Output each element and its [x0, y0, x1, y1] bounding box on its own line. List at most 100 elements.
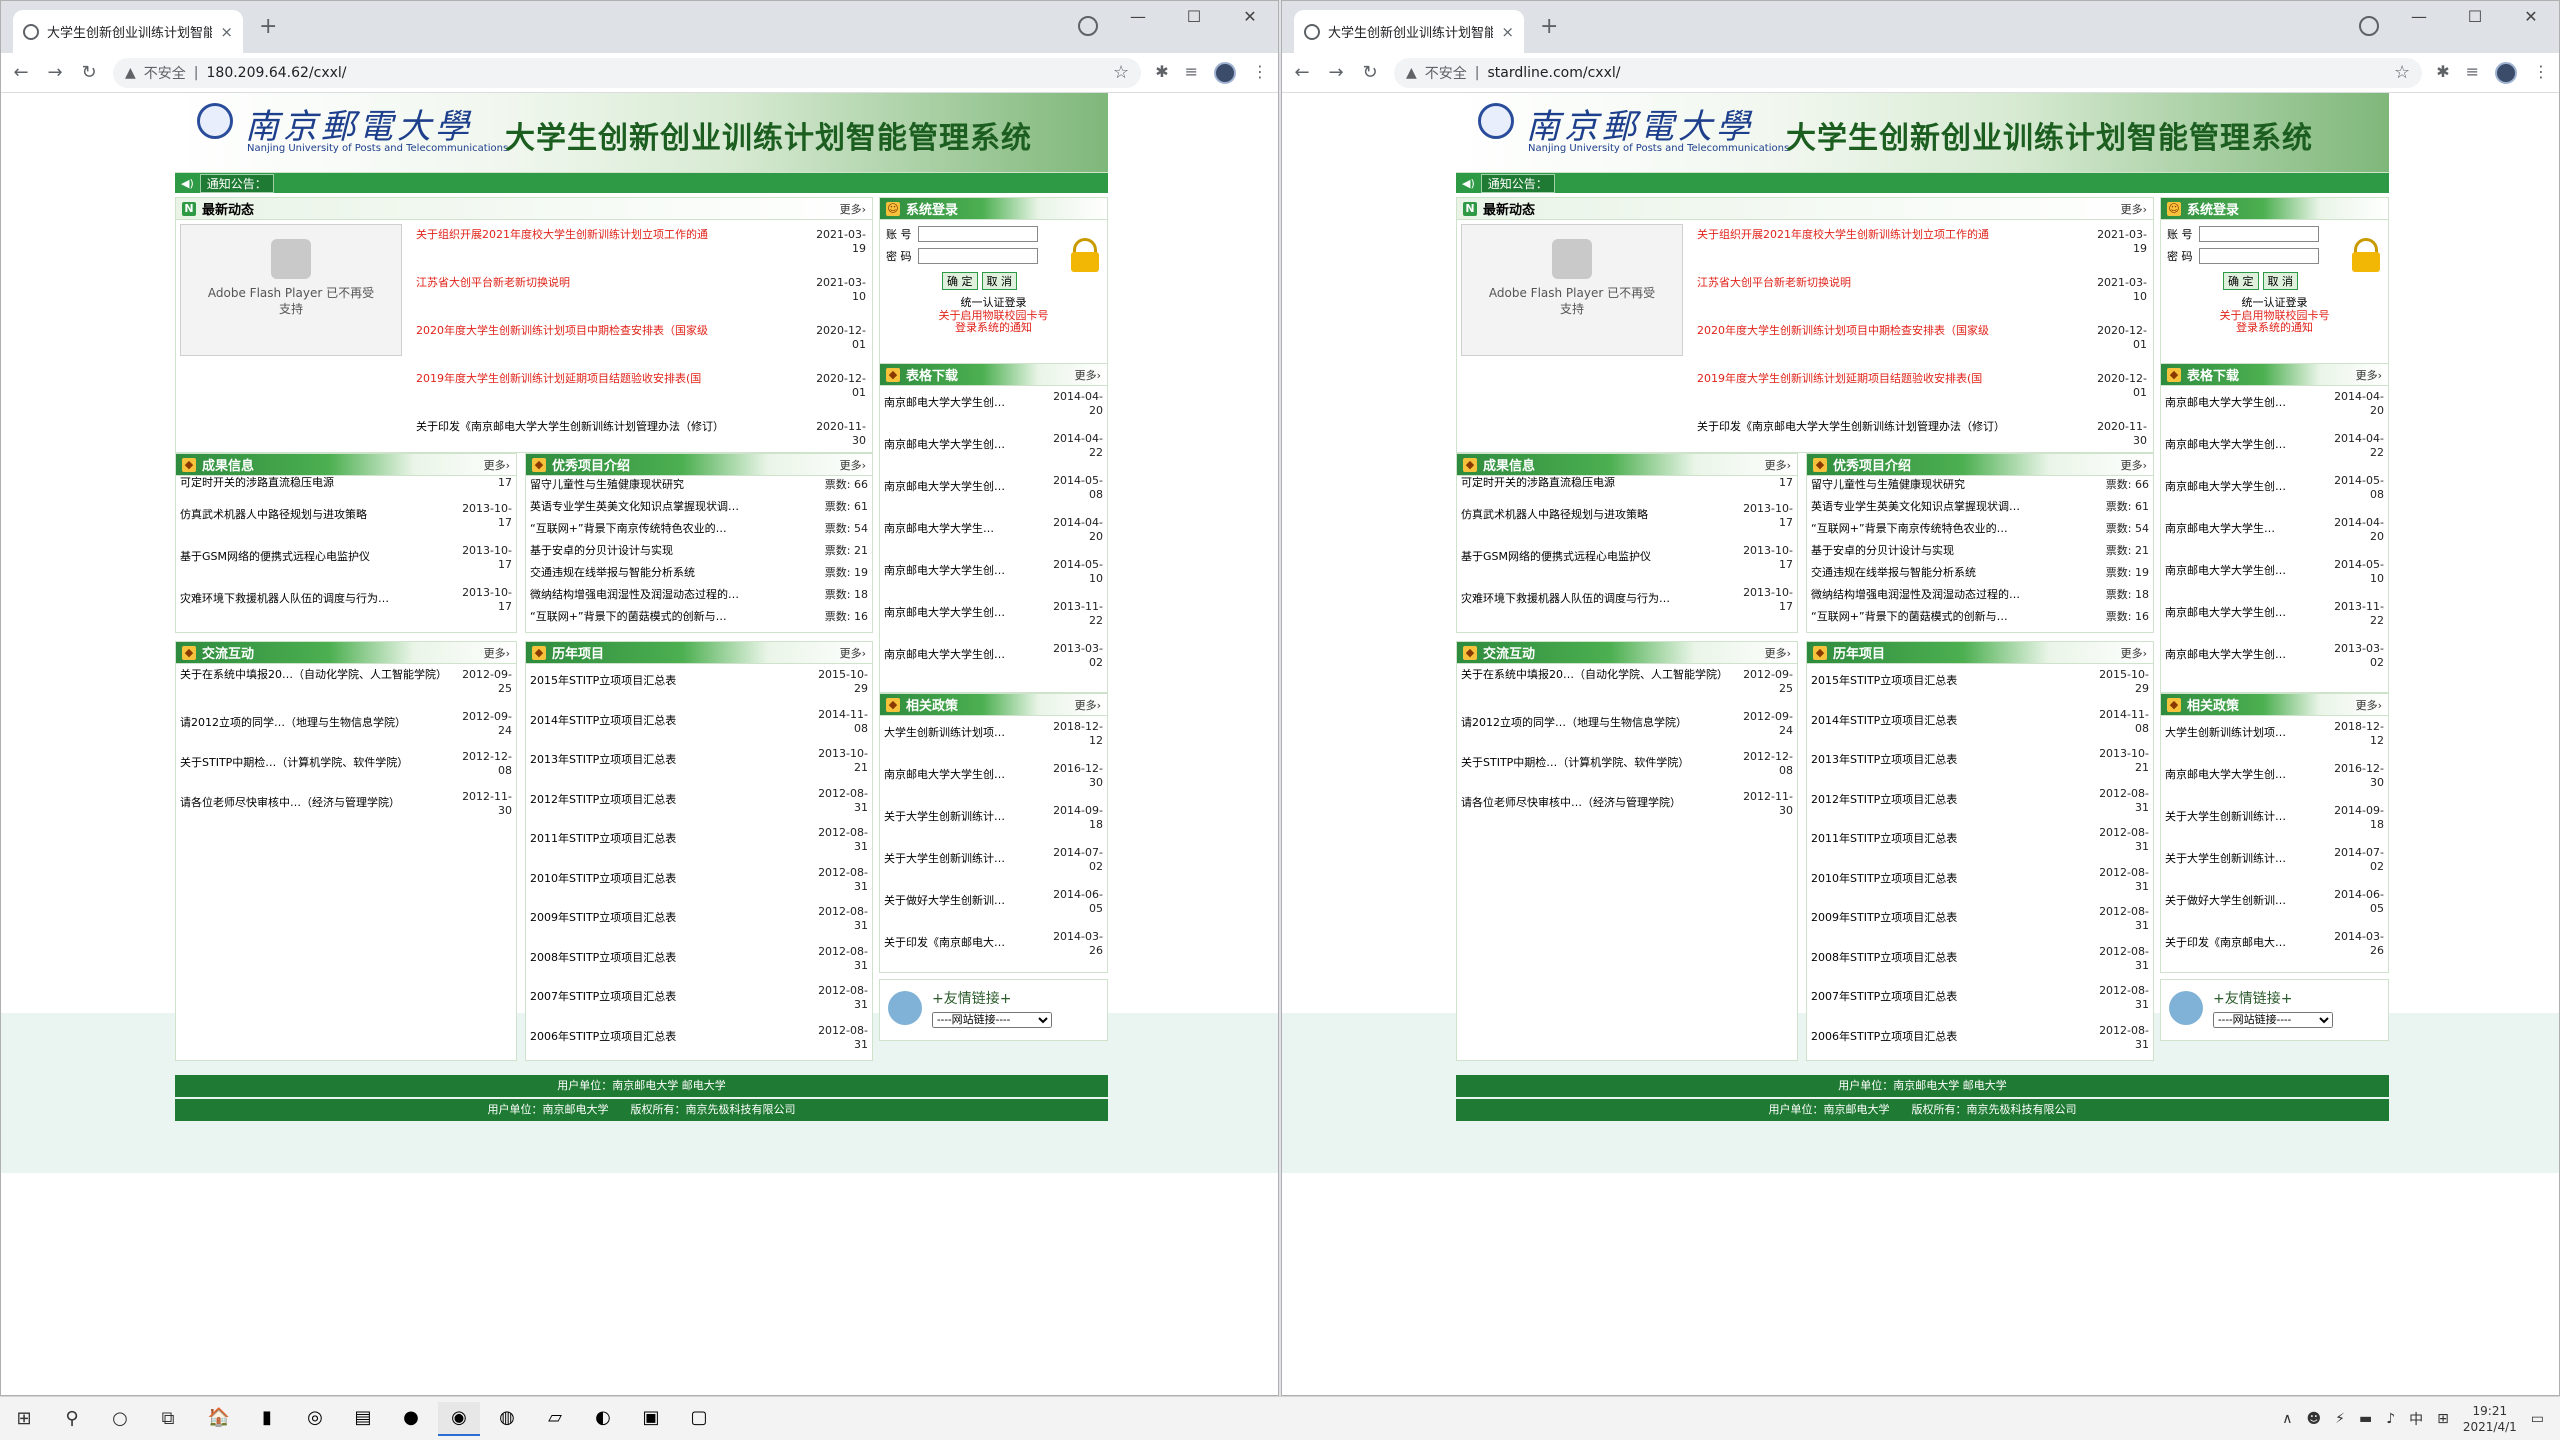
- input-method-icon[interactable]: 中: [2409, 1409, 2423, 1429]
- list-item[interactable]: 基于安卓的分贝计设计与实现 票数: 21: [530, 544, 868, 566]
- back-icon[interactable]: ←: [1292, 62, 1312, 83]
- list-item[interactable]: 南京邮电大学大学生创… 2014-05- 08: [884, 472, 1103, 514]
- list-item[interactable]: 关于印发《南京邮电大… 2014-03- 26: [884, 928, 1103, 970]
- list-item[interactable]: 2009年STITP立项项目汇总表 2012-08- 31: [530, 903, 868, 943]
- list-item[interactable]: 2007年STITP立项项目汇总表 2012-08- 31: [530, 982, 868, 1022]
- clock[interactable]: 19:21 2021/4/1: [2463, 1403, 2517, 1435]
- list-item[interactable]: 南京邮电大学大学生创… 2014-04- 20: [884, 388, 1103, 430]
- list-item[interactable]: 可定时开关的涉路直流稳压电源 17: [180, 476, 512, 498]
- address-bar[interactable]: ▲ 不安全 | stardline.com/cxxl/ ☆: [1394, 57, 2423, 88]
- app-icon[interactable]: ▣: [630, 1402, 672, 1436]
- list-item[interactable]: 2014年STITP立项项目汇总表 2014-11- 08: [1811, 706, 2149, 746]
- extensions-icon[interactable]: ✱: [1155, 62, 1168, 84]
- list-item[interactable]: 江苏省大创平台新老新切换说明 2021-03- 10: [1697, 270, 2147, 318]
- list-item[interactable]: 关于STITP中期检…（计算机学院、软件学院） 2012-12- 08: [180, 748, 512, 788]
- list-item[interactable]: 微纳结构增强电润湿性及润湿动态过程的… 票数: 18: [1811, 588, 2149, 610]
- account-input[interactable]: [2198, 226, 2319, 242]
- netease-music-icon[interactable]: ◍: [486, 1402, 528, 1436]
- address-bar[interactable]: ▲ 不安全 | 180.209.64.62/cxxl/ ☆: [113, 57, 1142, 88]
- notice-label[interactable]: 通知公告：: [199, 173, 274, 193]
- list-item[interactable]: 英语专业学生英美文化知识点掌握现状调… 票数: 61: [1811, 500, 2149, 522]
- notice-label[interactable]: 通知公告：: [1480, 173, 1555, 193]
- list-item[interactable]: 交通违规在线举报与智能分析系统 票数: 19: [1811, 566, 2149, 588]
- app-icon[interactable]: ●: [390, 1402, 432, 1436]
- back-icon[interactable]: ←: [11, 62, 31, 83]
- tab-close-icon[interactable]: ×: [1501, 23, 1514, 41]
- list-item[interactable]: 关于做好大学生创新训… 2014-06- 05: [2165, 886, 2384, 928]
- forms-more-link[interactable]: 更多›: [1075, 367, 1101, 383]
- list-item[interactable]: 南京邮电大学大学生… 2014-04- 20: [884, 514, 1103, 556]
- login-ok-button[interactable]: 确 定: [2223, 272, 2259, 290]
- list-item[interactable]: 2020年度大学生创新训练计划项目中期检查安排表（国家级 2020-12- 01: [416, 318, 866, 366]
- list-item[interactable]: 南京邮电大学大学生创… 2014-04- 22: [884, 430, 1103, 472]
- results-more-link[interactable]: 更多›: [1765, 457, 1791, 473]
- new-tab-button[interactable]: +: [259, 14, 277, 39]
- list-item[interactable]: 2009年STITP立项项目汇总表 2012-08- 31: [1811, 903, 2149, 943]
- list-item[interactable]: 南京邮电大学大学生创… 2014-05- 10: [884, 556, 1103, 598]
- chrome-icon[interactable]: ◉: [438, 1401, 480, 1436]
- reading-list-icon[interactable]: ≡: [2466, 62, 2479, 84]
- list-item[interactable]: 关于印发《南京邮电大… 2014-03- 26: [2165, 928, 2384, 970]
- projects-more-link[interactable]: 更多›: [2121, 457, 2147, 473]
- list-item[interactable]: 南京邮电大学大学生创… 2013-11- 22: [2165, 598, 2384, 640]
- volume-icon[interactable]: ♪: [2386, 1411, 2395, 1427]
- app-icon[interactable]: ◐: [582, 1402, 624, 1436]
- list-item[interactable]: 关于大学生创新训练计… 2014-09- 18: [2165, 802, 2384, 844]
- network-icon[interactable]: ▬: [2359, 1411, 2372, 1427]
- list-item[interactable]: 2007年STITP立项项目汇总表 2012-08- 31: [1811, 982, 2149, 1022]
- list-item[interactable]: 南京邮电大学大学生创… 2013-11- 22: [884, 598, 1103, 640]
- list-item[interactable]: “互联网+”背景下的菌菇模式的创新与… 票数: 16: [530, 610, 868, 632]
- new-tab-button[interactable]: +: [1540, 14, 1558, 39]
- list-item[interactable]: 请2012立项的同学…（地理与生物信息学院） 2012-09- 24: [180, 708, 512, 748]
- profile-avatar[interactable]: [2495, 61, 2517, 84]
- exchange-more-link[interactable]: 更多›: [484, 645, 510, 661]
- list-item[interactable]: 江苏省大创平台新老新切换说明 2021-03- 10: [416, 270, 866, 318]
- list-item[interactable]: 关于大学生创新训练计… 2014-07- 02: [884, 844, 1103, 886]
- list-item[interactable]: 大学生创新训练计划项… 2018-12- 12: [2165, 718, 2384, 760]
- list-item[interactable]: 基于GSM网络的便携式远程心电监护仪 2013-10- 17: [180, 540, 512, 582]
- list-item[interactable]: 2006年STITP立项项目汇总表 2012-08- 31: [530, 1022, 868, 1062]
- browser-tab[interactable]: 大学生创新创业训练计划智能管 ×: [13, 10, 243, 53]
- search-icon[interactable]: ⚲: [48, 1408, 96, 1429]
- sso-link[interactable]: 统一认证登录: [2161, 294, 2388, 310]
- browser-tab[interactable]: 大学生创新创业训练计划智能管 ×: [1294, 10, 1524, 53]
- projects-more-link[interactable]: 更多›: [840, 457, 866, 473]
- tab-search-icon[interactable]: [2359, 16, 2379, 36]
- file-explorer-icon[interactable]: ▤: [342, 1402, 384, 1436]
- list-item[interactable]: 南京邮电大学大学生创… 2014-05- 10: [2165, 556, 2384, 598]
- list-item[interactable]: 2014年STITP立项项目汇总表 2014-11- 08: [530, 706, 868, 746]
- list-item[interactable]: 请各位老师尽快审核中…（经济与管理学院） 2012-11- 30: [1461, 788, 1793, 828]
- list-item[interactable]: 关于STITP中期检…（计算机学院、软件学院） 2012-12- 08: [1461, 748, 1793, 788]
- list-item[interactable]: 南京邮电大学大学生创… 2014-04- 20: [2165, 388, 2384, 430]
- list-item[interactable]: 2011年STITP立项项目汇总表 2012-08- 31: [1811, 824, 2149, 864]
- results-more-link[interactable]: 更多›: [484, 457, 510, 473]
- list-item[interactable]: 2020年度大学生创新训练计划项目中期检查安排表（国家级 2020-12- 01: [1697, 318, 2147, 366]
- menu-icon[interactable]: ⋮: [2533, 62, 2549, 84]
- forms-more-link[interactable]: 更多›: [2356, 367, 2382, 383]
- notification-icon[interactable]: ▭: [2531, 1411, 2544, 1427]
- list-item[interactable]: 请2012立项的同学…（地理与生物信息学院） 2012-09- 24: [1461, 708, 1793, 748]
- close-button[interactable]: ✕: [1222, 1, 1278, 33]
- maximize-button[interactable]: ☐: [2447, 1, 2503, 33]
- list-item[interactable]: 基于安卓的分贝计设计与实现 票数: 21: [1811, 544, 2149, 566]
- list-item[interactable]: 关于做好大学生创新训… 2014-06- 05: [884, 886, 1103, 928]
- list-item[interactable]: 南京邮电大学大学生创… 2013-03- 02: [2165, 640, 2384, 682]
- login-cancel-button[interactable]: 取 消: [981, 272, 1017, 290]
- list-item[interactable]: 2015年STITP立项项目汇总表 2015-10- 29: [530, 666, 868, 706]
- list-item[interactable]: 基于GSM网络的便携式远程心电监护仪 2013-10- 17: [1461, 540, 1793, 582]
- list-item[interactable]: 微纳结构增强电润湿性及润湿动态过程的… 票数: 18: [530, 588, 868, 610]
- list-item[interactable]: 2008年STITP立项项目汇总表 2012-08- 31: [530, 943, 868, 983]
- list-item[interactable]: 关于在系统中填报20…（自动化学院、人工智能学院） 2012-09- 25: [180, 666, 512, 708]
- list-item[interactable]: 仿真武术机器人中路径规划与进攻策略 2013-10- 17: [180, 498, 512, 540]
- links-select[interactable]: ----网站链接----: [932, 1012, 1052, 1028]
- list-item[interactable]: 南京邮电大学大学生创… 2016-12- 30: [2165, 760, 2384, 802]
- extensions-icon[interactable]: ✱: [2436, 62, 2449, 84]
- news-more-link[interactable]: 更多›: [840, 201, 866, 217]
- login-cancel-button[interactable]: 取 消: [2262, 272, 2298, 290]
- reload-icon[interactable]: ↻: [79, 62, 99, 83]
- list-item[interactable]: 灾难环境下救援机器人队伍的调度与行为… 2013-10- 17: [1461, 582, 1793, 624]
- app-icon[interactable]: 🏠: [198, 1402, 240, 1436]
- list-item[interactable]: “互联网+”背景下南京传统特色农业的… 票数: 54: [1811, 522, 2149, 544]
- maximize-button[interactable]: ☐: [1166, 1, 1222, 33]
- forward-icon[interactable]: →: [1326, 62, 1346, 83]
